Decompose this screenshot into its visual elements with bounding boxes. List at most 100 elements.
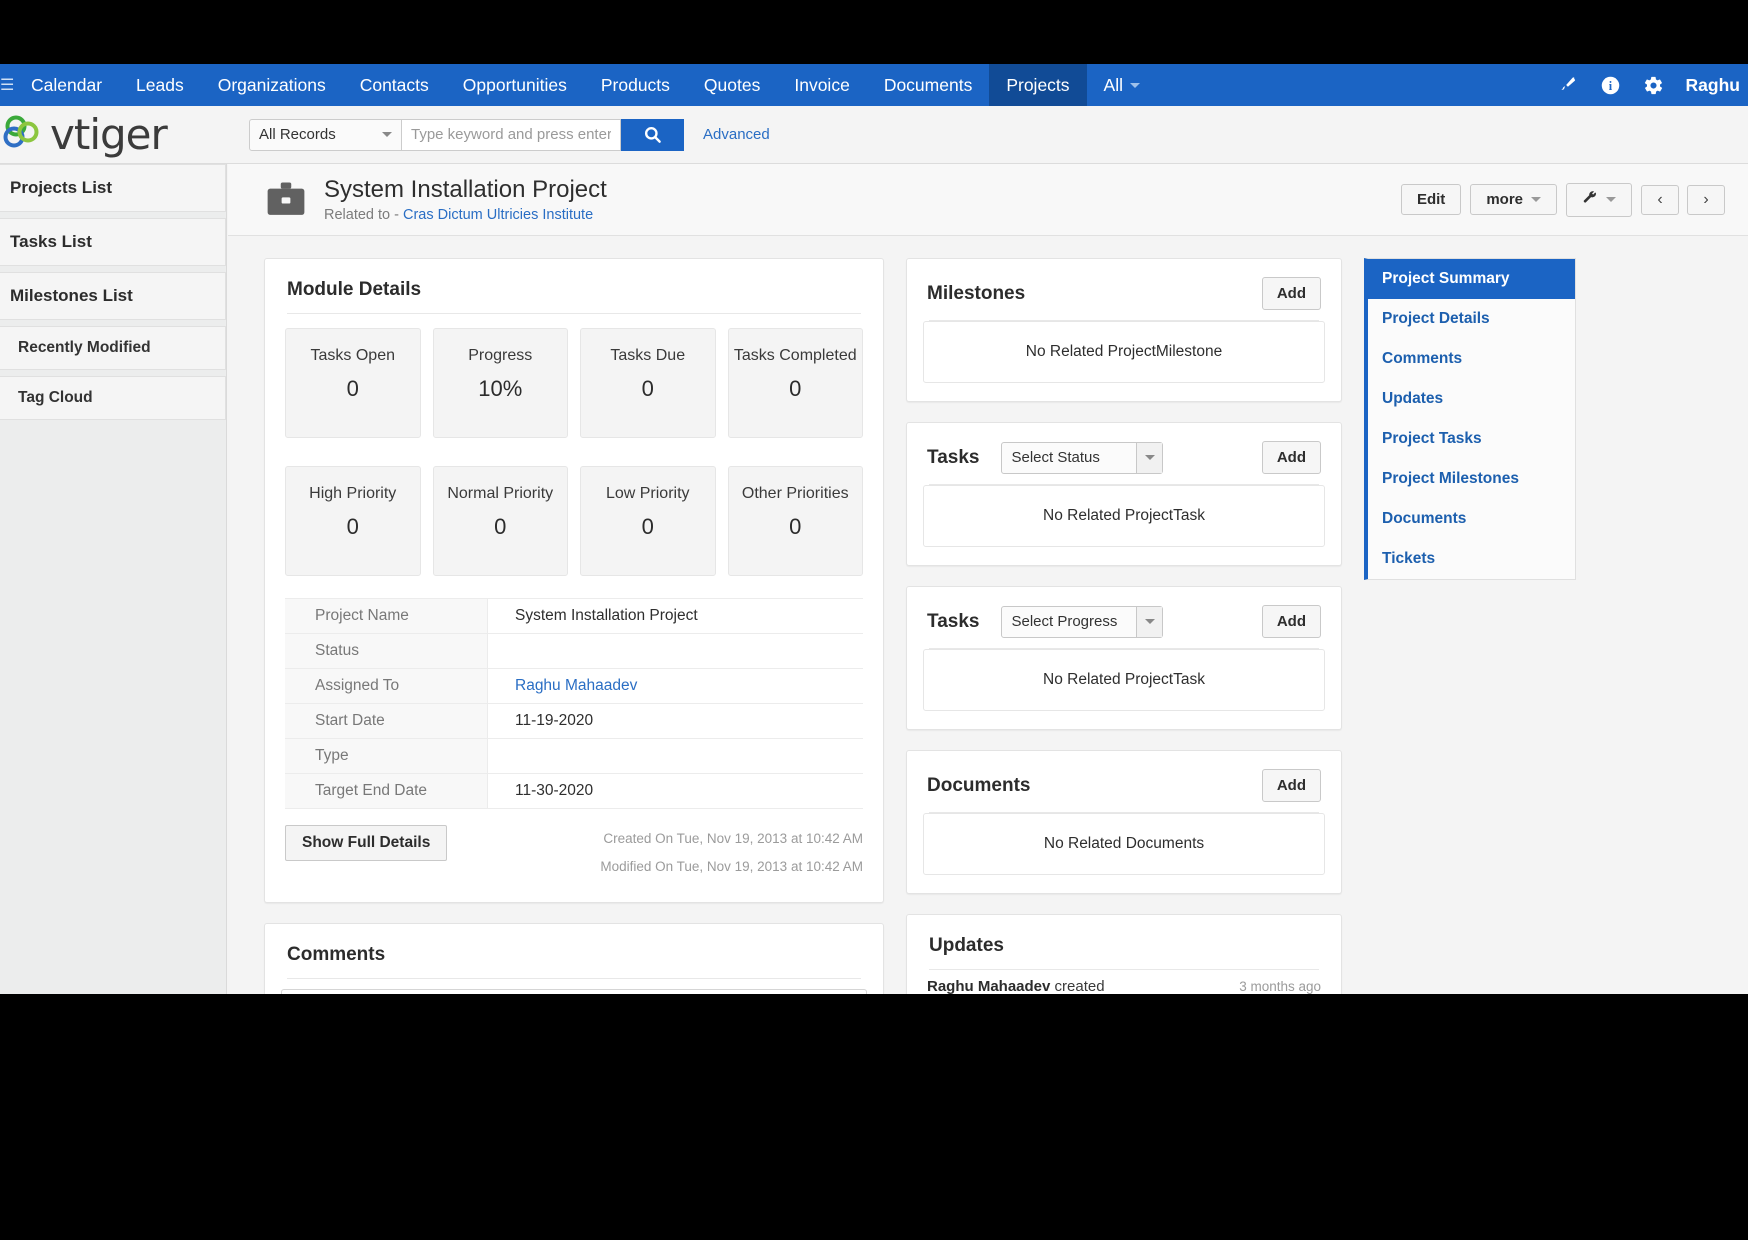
search-input[interactable] bbox=[402, 118, 621, 151]
prev-record-button[interactable]: ‹ bbox=[1641, 184, 1679, 215]
search-group: All Records bbox=[249, 118, 684, 151]
stat-tile: Low Priority 0 bbox=[580, 466, 716, 576]
sidebar-item-label: Projects List bbox=[10, 178, 113, 197]
advanced-search-link[interactable]: Advanced bbox=[703, 126, 770, 143]
related-organization-link[interactable]: Cras Dictum Ultricies Institute bbox=[403, 207, 593, 223]
next-record-button[interactable]: › bbox=[1687, 184, 1725, 215]
related-card-header: Tasks Select Progress Add bbox=[907, 587, 1341, 648]
right-nav-item-updates[interactable]: Updates bbox=[1368, 379, 1575, 419]
field-value: Raghu Mahaadev bbox=[488, 669, 863, 703]
right-nav-item-comments[interactable]: Comments bbox=[1368, 339, 1575, 379]
field-value: System Installation Project bbox=[488, 599, 863, 633]
stat-tile-value: 0 bbox=[641, 514, 654, 539]
search-button[interactable] bbox=[621, 118, 684, 151]
app-logo[interactable]: vtiger bbox=[0, 113, 244, 156]
comments-title: Comments bbox=[287, 943, 386, 965]
stat-tile-label: Progress bbox=[468, 347, 533, 364]
right-nav-item-documents[interactable]: Documents bbox=[1368, 499, 1575, 539]
field-label: Project Name bbox=[285, 599, 488, 633]
related-card-milestones: Milestones Add No Related ProjectMilestone bbox=[906, 258, 1342, 402]
global-search-bar: vtiger All Records Advanced bbox=[0, 106, 1748, 164]
tools-button[interactable] bbox=[1566, 182, 1632, 217]
page-title: System Installation Project bbox=[324, 176, 607, 204]
stat-tile-value: 0 bbox=[641, 376, 654, 401]
stat-tile-label: Normal Priority bbox=[447, 485, 554, 502]
related-filter-select[interactable]: Select Status bbox=[1001, 441, 1164, 474]
record-actions: Edit more ‹ › bbox=[1400, 182, 1748, 217]
topnav-item-projects[interactable]: Projects bbox=[989, 64, 1087, 106]
right-nav-item-project-tasks[interactable]: Project Tasks bbox=[1368, 419, 1575, 459]
right-nav-item-project-details[interactable]: Project Details bbox=[1368, 299, 1575, 339]
field-label: Assigned To bbox=[285, 669, 488, 703]
add-button[interactable]: Add bbox=[1261, 277, 1321, 310]
gear-icon[interactable] bbox=[1643, 75, 1664, 96]
right-nav-item-tickets[interactable]: Tickets bbox=[1368, 539, 1575, 579]
add-button[interactable]: Add bbox=[1261, 441, 1321, 474]
stat-tile-value: 0 bbox=[346, 376, 359, 401]
stat-tile-value: 0 bbox=[494, 514, 507, 539]
chevron-down-icon bbox=[1144, 619, 1155, 624]
top-navigation-bar: ☰ Calendar Leads Organizations Contacts Oppo… bbox=[0, 64, 1748, 106]
record-title-block: System Installation Project Related to -… bbox=[324, 176, 607, 223]
field-value: 11-30-2020 bbox=[488, 774, 863, 808]
stat-tiles-row-1: Tasks Open 0 Progress 10% Tasks Due 0 Tasks Co… bbox=[265, 314, 883, 438]
comments-card: Comments Add your comment here... bbox=[264, 922, 884, 994]
topnav-item-label: Calendar bbox=[31, 74, 103, 95]
sidebar-item-tasks-list[interactable]: Tasks List bbox=[0, 218, 226, 266]
updates-card: Updates Raghu Mahaadev created 3 months a… bbox=[906, 914, 1342, 994]
brush-icon[interactable] bbox=[1558, 75, 1578, 95]
related-card-documents: Documents Add No Related Documents bbox=[906, 750, 1342, 894]
chevron-down-icon bbox=[1531, 197, 1541, 202]
assigned-user-link[interactable]: Raghu Mahaadev bbox=[515, 677, 637, 694]
add-button[interactable]: Add bbox=[1261, 769, 1321, 802]
topnav-item-invoice[interactable]: Invoice bbox=[777, 64, 866, 106]
search-scope-select[interactable]: All Records bbox=[249, 118, 402, 151]
topnav-item-organizations[interactable]: Organizations bbox=[201, 64, 343, 106]
table-row: Status bbox=[285, 634, 863, 669]
stat-tile-label: Tasks Open bbox=[310, 347, 395, 364]
stat-tiles-row-2: High Priority 0 Normal Priority 0 Low Priori… bbox=[265, 452, 883, 576]
app-menu-icon[interactable]: ☰ bbox=[0, 64, 14, 106]
field-label: Status bbox=[285, 634, 488, 668]
topnav-item-documents[interactable]: Documents bbox=[867, 64, 990, 106]
table-row: Project Name System Installation Project bbox=[285, 599, 863, 634]
show-full-details-button[interactable]: Show Full Details bbox=[285, 825, 448, 861]
content-area: System Installation Project Related to -… bbox=[228, 164, 1748, 994]
user-name-label[interactable]: Raghu bbox=[1686, 75, 1742, 96]
sidebar-item-milestones-list[interactable]: Milestones List bbox=[0, 272, 226, 320]
project-fields-table: Project Name System Installation Project S… bbox=[285, 598, 863, 809]
info-icon[interactable]: i bbox=[1600, 75, 1621, 96]
topnav-item-all[interactable]: All bbox=[1087, 64, 1157, 106]
related-filter-label: Select Status bbox=[1011, 449, 1100, 466]
add-button[interactable]: Add bbox=[1261, 605, 1321, 638]
topnav-item-label: Products bbox=[600, 74, 670, 95]
module-details-title: Module Details bbox=[287, 279, 422, 300]
right-nav-item-project-summary[interactable]: Project Summary bbox=[1364, 259, 1575, 299]
more-button[interactable]: more bbox=[1470, 184, 1557, 215]
related-filter-select[interactable]: Select Progress bbox=[1001, 605, 1164, 638]
select-dropdown-button[interactable] bbox=[1136, 606, 1163, 637]
comment-input[interactable]: Add your comment here... bbox=[281, 988, 867, 994]
related-card-title: Tasks bbox=[927, 610, 980, 632]
topnav-item-calendar[interactable]: Calendar bbox=[14, 64, 119, 106]
sidebar-item-recently-modified[interactable]: Recently Modified bbox=[0, 326, 226, 370]
stat-tile: Tasks Due 0 bbox=[580, 328, 716, 438]
topnav-item-leads[interactable]: Leads bbox=[119, 64, 201, 106]
topnav-item-products[interactable]: Products bbox=[584, 64, 687, 106]
field-value: 11-19-2020 bbox=[488, 704, 863, 738]
sidebar-item-projects-list[interactable]: Projects List bbox=[0, 164, 226, 212]
topnav-item-opportunities[interactable]: Opportunities bbox=[446, 64, 584, 106]
related-card-header: Milestones Add bbox=[907, 259, 1341, 320]
select-dropdown-button[interactable] bbox=[1136, 442, 1163, 473]
update-timestamp: 3 months ago bbox=[1239, 979, 1321, 994]
edit-button[interactable]: Edit bbox=[1400, 184, 1462, 215]
related-card-title: Tasks bbox=[927, 446, 980, 468]
stat-tile-value: 0 bbox=[346, 514, 359, 539]
topnav-item-contacts[interactable]: Contacts bbox=[343, 64, 446, 106]
sidebar-item-tag-cloud[interactable]: Tag Cloud bbox=[0, 376, 226, 420]
topnav-item-quotes[interactable]: Quotes bbox=[687, 64, 777, 106]
right-nav-item-project-milestones[interactable]: Project Milestones bbox=[1368, 459, 1575, 499]
wrench-icon bbox=[1582, 190, 1598, 210]
stat-tile-label: High Priority bbox=[309, 485, 397, 502]
stat-tile: Progress 10% bbox=[432, 328, 568, 438]
